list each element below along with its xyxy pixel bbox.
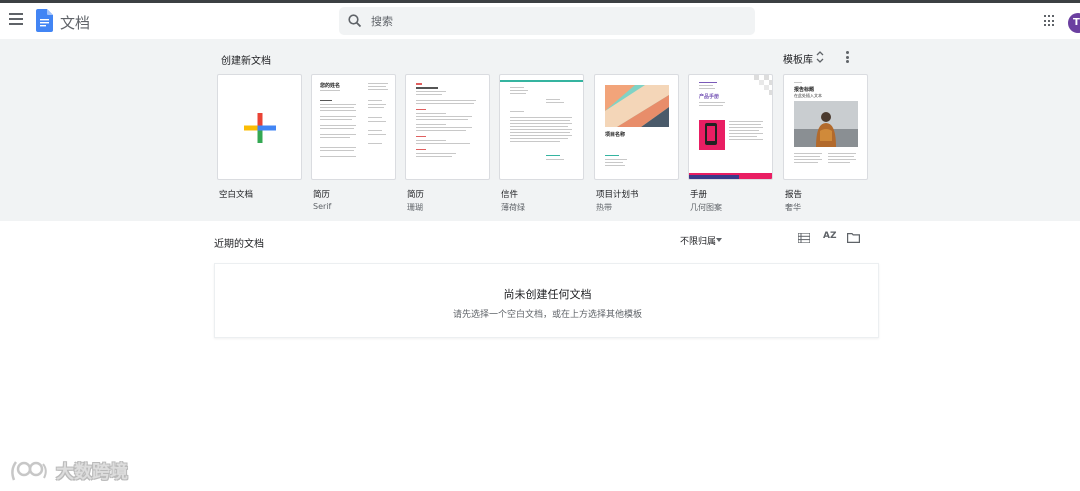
- template-name: 信件: [501, 190, 519, 200]
- thumb-heading: 您的姓名: [320, 83, 341, 89]
- search-input[interactable]: [371, 11, 741, 31]
- template-subtitle: 薄荷绿: [501, 203, 525, 212]
- template-name: 简历: [313, 190, 331, 200]
- watermark-text: 大数跨境: [56, 462, 128, 483]
- recent-documents-title: 近期的文档: [214, 239, 264, 250]
- template-subtitle: 奢华: [785, 203, 801, 212]
- template-letter-mint[interactable]: 信件 薄荷绿: [499, 74, 584, 213]
- template-resume-serif[interactable]: 您的姓名 简历 Serif: [311, 74, 396, 211]
- template-blank[interactable]: 空白文档: [217, 74, 302, 202]
- watermark-logo-icon: [11, 461, 47, 481]
- template-thumbnail[interactable]: 您的姓名: [311, 74, 396, 180]
- template-resume-coral[interactable]: 简历 珊瑚: [405, 74, 490, 213]
- dropdown-caret-icon[interactable]: [716, 238, 722, 242]
- empty-state-card: 尚未创建任何文档 请先选择一个空白文档，或在上方选择其他模板: [214, 263, 879, 338]
- template-thumbnail[interactable]: [217, 74, 302, 180]
- thumb-subheading: 在此处插入文本: [794, 93, 822, 98]
- owner-filter-dropdown[interactable]: 不限归属: [680, 234, 716, 247]
- template-subtitle: 几何图案: [690, 203, 722, 212]
- watermark: 大数跨境: [8, 456, 128, 486]
- account-avatar[interactable]: T: [1068, 13, 1080, 33]
- template-name: 项目计划书: [596, 190, 639, 200]
- app-title[interactable]: 文档: [60, 12, 90, 33]
- more-options-icon[interactable]: [846, 51, 850, 63]
- thumb-heading: 项目名称: [605, 132, 626, 138]
- thumb-heading: 报告标题: [794, 87, 815, 93]
- template-subtitle: Serif: [313, 202, 332, 211]
- thumb-heading: 产品手册: [699, 94, 720, 100]
- template-report[interactable]: 报告标题 在此处插入文本 报告 奢华: [783, 74, 868, 213]
- template-thumbnail[interactable]: 产品手册: [688, 74, 773, 180]
- template-subtitle: 热带: [596, 203, 612, 212]
- unfold-icon[interactable]: [815, 50, 825, 64]
- search-icon[interactable]: [347, 13, 363, 29]
- template-name: 空白文档: [219, 190, 254, 200]
- template-thumbnail[interactable]: [499, 74, 584, 180]
- template-gallery-button[interactable]: 模板库: [783, 51, 813, 66]
- template-subtitle: 珊瑚: [407, 203, 423, 212]
- empty-state-title: 尚未创建任何文档: [503, 288, 592, 301]
- sort-az-icon[interactable]: AZ: [823, 231, 837, 241]
- plus-icon: [244, 113, 276, 143]
- docs-logo-icon[interactable]: [36, 9, 53, 32]
- template-project-proposal[interactable]: 项目名称 项目计划书 热带: [594, 74, 679, 213]
- empty-state-hint: 请先选择一个空白文档，或在上方选择其他模板: [452, 310, 642, 320]
- geometric-cover-image: [605, 85, 669, 127]
- search-bar[interactable]: [339, 7, 755, 35]
- template-name: 简历: [407, 190, 425, 200]
- photo-image: [794, 101, 858, 147]
- folder-icon[interactable]: [847, 233, 860, 243]
- template-name: 报告: [785, 190, 803, 200]
- template-gallery: 创建新文档 模板库 空白文档 您的姓名 简历 Serif 简历 珊瑚 信件 薄荷…: [0, 39, 1080, 221]
- template-thumbnail[interactable]: 项目名称: [594, 74, 679, 180]
- template-thumbnail[interactable]: 报告标题 在此处插入文本: [783, 74, 868, 180]
- template-name: 手册: [690, 190, 708, 200]
- template-thumbnail[interactable]: [405, 74, 490, 180]
- template-brochure[interactable]: 产品手册 手册 几何图案: [688, 74, 773, 213]
- google-apps-icon[interactable]: [1044, 15, 1056, 27]
- main-menu-icon[interactable]: [9, 13, 23, 27]
- create-new-document-title: 创建新文档: [221, 56, 271, 67]
- app-header: 文档 T: [0, 3, 1080, 39]
- list-view-icon[interactable]: [798, 233, 810, 243]
- checker-pattern-image: [754, 75, 772, 95]
